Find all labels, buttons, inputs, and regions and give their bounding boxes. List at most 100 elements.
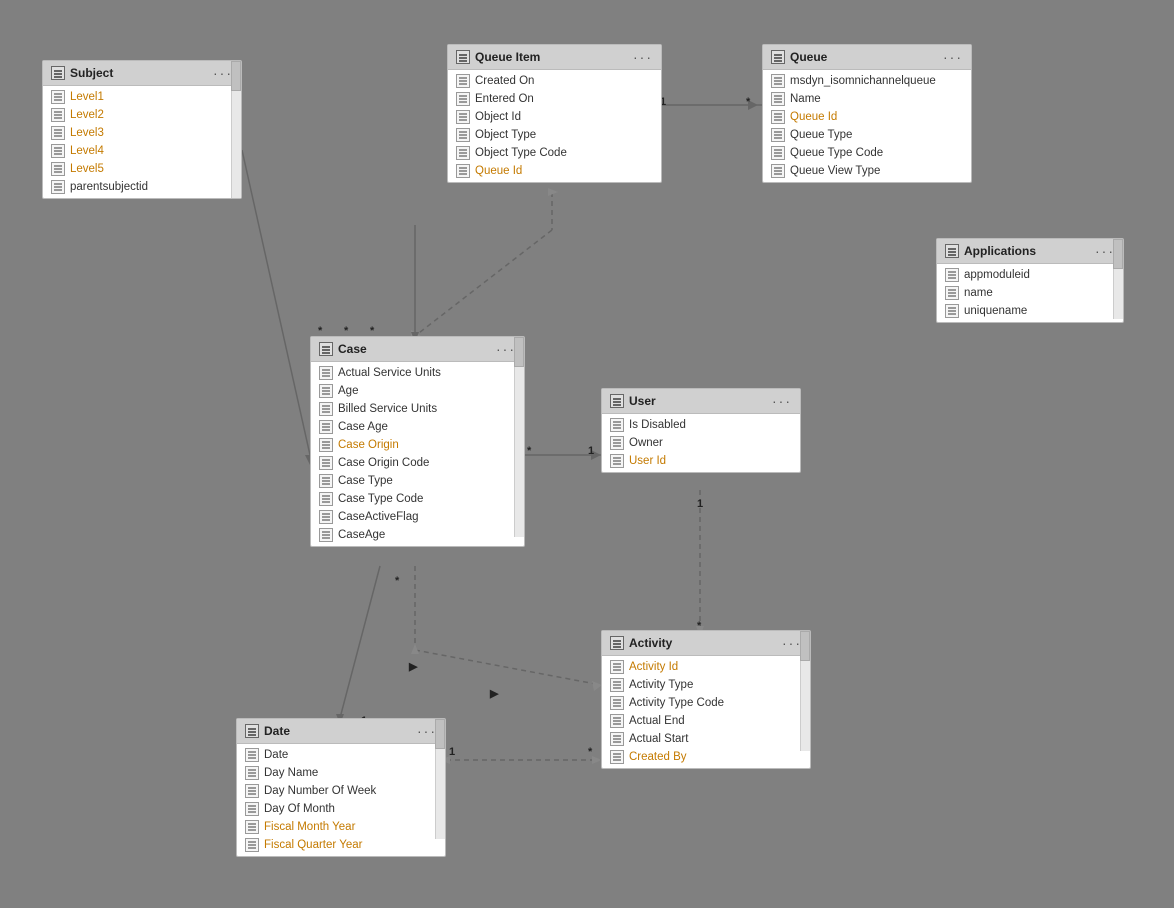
field-icon [771,146,785,160]
field-icon [51,90,65,104]
entity-activity-title: Activity [610,636,672,650]
field-icon [456,146,470,160]
qitem-field-created-on: Created On [448,72,661,90]
user-table-icon [610,394,624,408]
case-field-caseactiveflag: CaseActiveFlag [311,508,524,526]
field-icon [319,438,333,452]
field-icon [319,384,333,398]
entity-case: Case ··· Actual Service Units Age Billed… [310,336,525,547]
field-icon [319,402,333,416]
field-icon [456,92,470,106]
field-icon [245,784,259,798]
subject-field-level4: Level4 [43,142,241,160]
entity-subject: Subject ··· Level1 Level2 Level3 Level4 … [42,60,242,199]
field-icon [319,528,333,542]
date-field-day-number-of-week: Day Number Of Week [237,782,445,800]
date-field-day-of-month: Day Of Month [237,800,445,818]
entity-queue: Queue ··· msdyn_isomnichannelqueue Name … [762,44,972,183]
activity-field-type: Activity Type [602,676,810,694]
date-field-fiscal-month-year: Fiscal Month Year [237,818,445,836]
field-icon [771,110,785,124]
case-field-actual-service: Actual Service Units [311,364,524,382]
queue-field-msdyn: msdyn_isomnichannelqueue [763,72,971,90]
field-icon [319,366,333,380]
entity-case-title: Case [319,342,367,356]
entity-queue-title: Queue [771,50,827,64]
field-icon [319,456,333,470]
field-icon [945,268,959,282]
queue-menu-dots[interactable]: ··· [943,49,963,65]
subject-menu-dots[interactable]: ··· [213,65,233,81]
date-field-day-name: Day Name [237,764,445,782]
field-icon [245,802,259,816]
date-menu-dots[interactable]: ··· [417,723,437,739]
qitem-field-entered-on: Entered On [448,90,661,108]
field-icon [945,304,959,318]
user-menu-dots[interactable]: ··· [772,393,792,409]
date-field-date: Date [237,746,445,764]
applications-scrollbar[interactable] [1113,239,1123,319]
queue-field-queue-view-type: Queue View Type [763,162,971,180]
field-icon [771,164,785,178]
subject-field-level2: Level2 [43,106,241,124]
entity-applications-header: Applications ··· [937,239,1123,264]
entity-user-title: User [610,394,656,408]
subject-fields: Level1 Level2 Level3 Level4 Level5 paren… [43,86,241,198]
activity-scroll-thumb[interactable] [800,631,810,661]
activity-field-type-code: Activity Type Code [602,694,810,712]
field-icon [245,766,259,780]
field-icon [610,732,624,746]
case-field-case-type-code: Case Type Code [311,490,524,508]
case-field-caseage: CaseAge [311,526,524,544]
rel-label-case-star4: * [527,445,531,457]
case-menu-dots[interactable]: ··· [496,341,516,357]
queue-table-icon [771,50,785,64]
applications-scroll-thumb[interactable] [1113,239,1123,269]
queue-item-fields: Created On Entered On Object Id Object T… [448,70,661,182]
applications-menu-dots[interactable]: ··· [1095,243,1115,259]
field-icon [456,164,470,178]
entity-activity-header: Activity ··· [602,631,810,656]
field-icon [319,492,333,506]
entity-activity: Activity ··· Activity Id Activity Type A… [601,630,811,769]
field-icon [319,420,333,434]
entity-case-header: Case ··· [311,337,524,362]
qitem-field-object-type: Object Type [448,126,661,144]
entity-date-title: Date [245,724,290,738]
queue-item-table-icon [456,50,470,64]
field-icon [610,750,624,764]
entity-applications-title: Applications [945,244,1036,258]
field-icon [610,436,624,450]
queue-item-menu-dots[interactable]: ··· [633,49,653,65]
field-icon [945,286,959,300]
subject-field-parentsubjectid: parentsubjectid [43,178,241,196]
case-scrollbar[interactable] [514,337,524,537]
rel-label-act-arrow2: ▶ [490,687,498,700]
field-icon [610,696,624,710]
rel-label-act-arrow: ▶ [409,660,417,673]
field-icon [319,510,333,524]
case-field-case-type: Case Type [311,472,524,490]
subject-field-level3: Level3 [43,124,241,142]
date-field-fiscal-quarter-year: Fiscal Quarter Year [237,836,445,854]
activity-scrollbar[interactable] [800,631,810,751]
subject-scrollbar[interactable] [231,61,241,198]
case-field-case-origin-code: Case Origin Code [311,454,524,472]
date-scrollbar[interactable] [435,719,445,839]
field-icon [610,454,624,468]
field-icon [456,74,470,88]
queue-fields: msdyn_isomnichannelqueue Name Queue Id Q… [763,70,971,182]
case-scroll-thumb[interactable] [514,337,524,367]
field-icon [771,128,785,142]
qitem-field-queue-id: Queue Id [448,162,661,180]
date-scroll-thumb[interactable] [435,719,445,749]
activity-menu-dots[interactable]: ··· [782,635,802,651]
case-table-icon [319,342,333,356]
activity-field-actual-end: Actual End [602,712,810,730]
activity-table-icon [610,636,624,650]
subject-scroll-thumb[interactable] [231,61,241,91]
activity-field-actual-start: Actual Start [602,730,810,748]
activity-field-id: Activity Id [602,658,810,676]
field-icon [610,678,624,692]
date-fields: Date Day Name Day Number Of Week Day Of … [237,744,445,856]
